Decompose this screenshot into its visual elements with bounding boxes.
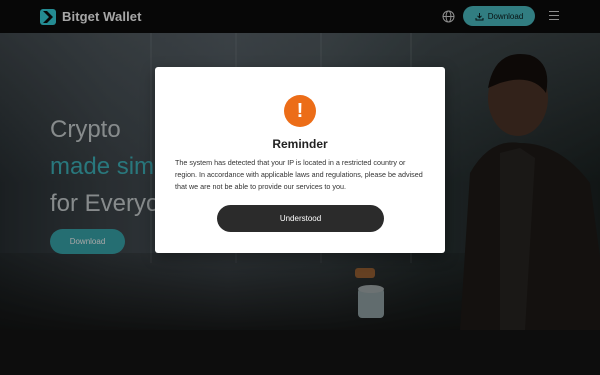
page: Bitget Wallet Download Crypto made sim f… (0, 0, 600, 375)
understood-button-label: Understood (279, 214, 322, 223)
dialog-title: Reminder (272, 137, 328, 151)
understood-button[interactable]: Understood (217, 205, 384, 232)
reminder-dialog: ! Reminder The system has detected that … (155, 67, 445, 253)
dialog-message: The system has detected that your IP is … (175, 158, 423, 191)
exclamation-icon: ! (284, 95, 316, 127)
